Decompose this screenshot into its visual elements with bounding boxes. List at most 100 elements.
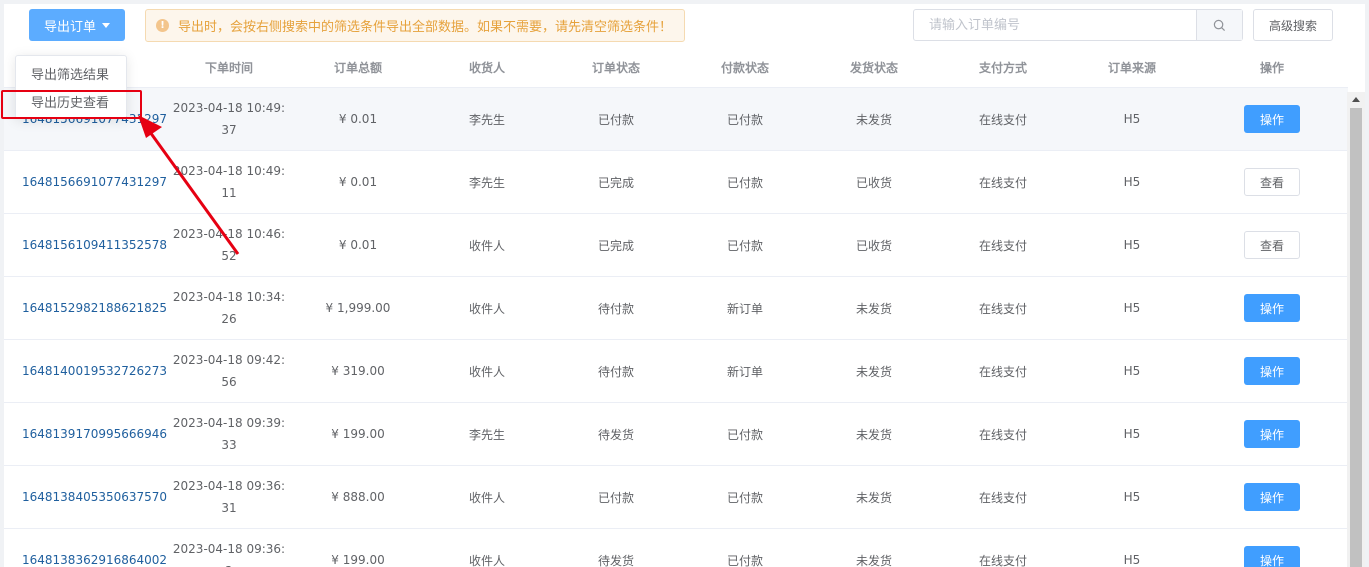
order-total-cell: ¥ 0.01 [338, 175, 378, 189]
order-status-cell: 已完成 [597, 175, 634, 190]
order-time-cell: 2023-04-18 10:49:11 [172, 164, 286, 200]
order-number-cell: 1648156109411352578 [4, 238, 167, 252]
pay-method-cell: 在线支付 [978, 301, 1027, 316]
order-total-cell: ¥ 199.00 [331, 553, 385, 567]
order-status-cell: 已付款 [597, 490, 634, 505]
pay-status-cell: 已付款 [726, 175, 763, 190]
order-number-link[interactable]: 1648152982188621825 [22, 301, 167, 315]
operate-button[interactable]: 操作 [1244, 357, 1300, 385]
scrollbar-thumb[interactable] [1350, 108, 1362, 567]
ship-status-cell: 未发货 [855, 427, 892, 442]
receiver-cell: 李先生 [468, 427, 505, 442]
order-number-link[interactable]: 1648140019532726273 [22, 364, 167, 378]
operate-button[interactable]: 操作 [1244, 420, 1300, 448]
order-number-link[interactable]: 1648156691077431297 [22, 175, 167, 189]
actions-cell: 操作 [1196, 105, 1348, 133]
orders-table: 下单时间 订单总额 收货人 订单状态 付款状态 发货状态 支付方式 订单来源 操… [4, 48, 1348, 567]
order-status-cell: 待发货 [597, 427, 634, 442]
order-total-cell: ¥ 888.00 [331, 490, 385, 504]
pay-method-cell: 在线支付 [978, 175, 1027, 190]
operate-button[interactable]: 操作 [1244, 546, 1300, 567]
receiver-cell: 收件人 [468, 553, 505, 567]
actions-cell: 操作 [1196, 546, 1348, 567]
order-time-cell: 2023-04-18 10:46:52 [172, 227, 286, 263]
operate-button[interactable]: 操作 [1244, 294, 1300, 322]
order-number-link[interactable]: 1648138362916864002 [22, 553, 167, 567]
advanced-search-button[interactable]: 高级搜索 [1253, 9, 1333, 41]
pay-status-cell: 已付款 [726, 427, 763, 442]
view-button[interactable]: 查看 [1244, 231, 1300, 259]
header-order-status: 订单状态 [591, 61, 640, 75]
table-row: 1648156691077431297 2023-04-18 10:49:11 ¥ … [4, 151, 1348, 214]
receiver-cell: 收件人 [468, 490, 505, 505]
actions-cell: 查看 [1196, 168, 1348, 196]
order-source-cell: H5 [1123, 112, 1141, 126]
caret-down-icon [102, 22, 110, 28]
search-button[interactable] [1196, 10, 1242, 40]
table-row: 1648152982188621825 2023-04-18 10:34:26 ¥ … [4, 277, 1348, 340]
annotation-highlight-box [1, 90, 142, 119]
order-total-cell: ¥ 1,999.00 [325, 301, 391, 315]
pay-method-cell: 在线支付 [978, 364, 1027, 379]
table-body: 1648156691077431297 2023-04-18 10:49:37 ¥ … [4, 88, 1348, 567]
operate-button[interactable]: 操作 [1244, 105, 1300, 133]
order-source-cell: H5 [1123, 301, 1141, 315]
table-row: 1648138405350637570 2023-04-18 09:36:31 ¥ … [4, 466, 1348, 529]
order-number-cell: 1648152982188621825 [4, 301, 167, 315]
order-time-cell: 2023-04-18 09:36:31 [172, 479, 286, 515]
header-order-total: 订单总额 [333, 61, 382, 75]
vertical-scrollbar[interactable] [1347, 92, 1365, 567]
pay-method-cell: 在线支付 [978, 490, 1027, 505]
order-source-cell: H5 [1123, 238, 1141, 252]
actions-cell: 操作 [1196, 294, 1348, 322]
ship-status-cell: 已收货 [855, 175, 892, 190]
export-orders-button[interactable]: 导出订单 [29, 9, 125, 41]
order-number-link[interactable]: 1648138405350637570 [22, 490, 167, 504]
receiver-cell: 收件人 [468, 364, 505, 379]
operate-button[interactable]: 操作 [1244, 483, 1300, 511]
pay-status-cell: 已付款 [726, 238, 763, 253]
ship-status-cell: 未发货 [855, 364, 892, 379]
pay-method-cell: 在线支付 [978, 112, 1027, 127]
pay-method-cell: 在线支付 [978, 553, 1027, 567]
pay-method-cell: 在线支付 [978, 427, 1027, 442]
view-button[interactable]: 查看 [1244, 168, 1300, 196]
order-search-input[interactable] [914, 10, 1196, 40]
order-status-cell: 已付款 [597, 112, 634, 127]
export-notice-text: 导出时，会按右侧搜索中的筛选条件导出全部数据。如果不需要，请先清空筛选条件！ [178, 20, 673, 35]
order-total-cell: ¥ 319.00 [331, 364, 385, 378]
menu-item-export-filtered[interactable]: 导出筛选结果 [16, 62, 126, 90]
header-receiver: 收货人 [468, 61, 505, 75]
order-total-cell: ¥ 0.01 [338, 112, 378, 126]
ship-status-cell: 未发货 [855, 553, 892, 567]
order-time-cell: 2023-04-18 09:36:2 [172, 542, 286, 567]
header-actions: 操作 [1259, 61, 1284, 75]
order-status-cell: 待发货 [597, 553, 634, 567]
order-source-cell: H5 [1123, 364, 1141, 378]
header-pay-method: 支付方式 [978, 61, 1027, 75]
ship-status-cell: 未发货 [855, 490, 892, 505]
receiver-cell: 收件人 [468, 301, 505, 316]
pay-status-cell: 已付款 [726, 553, 763, 567]
export-notice: ! 导出时，会按右侧搜索中的筛选条件导出全部数据。如果不需要，请先清空筛选条件！ [145, 9, 685, 42]
search-icon [1213, 19, 1226, 31]
scroll-up-icon[interactable] [1352, 97, 1360, 102]
header-order-source: 订单来源 [1107, 61, 1156, 75]
table-row: 1648138362916864002 2023-04-18 09:36:2 ¥ 1… [4, 529, 1348, 567]
header-pay-status: 付款状态 [720, 61, 769, 75]
table-row: 1648156691077431297 2023-04-18 10:49:37 ¥ … [4, 88, 1348, 151]
pay-status-cell: 已付款 [726, 112, 763, 127]
order-time-cell: 2023-04-18 10:34:26 [172, 290, 286, 326]
order-total-cell: ¥ 0.01 [338, 238, 378, 252]
pay-method-cell: 在线支付 [978, 238, 1027, 253]
order-number-link[interactable]: 1648139170995666946 [22, 427, 167, 441]
order-source-cell: H5 [1123, 553, 1141, 567]
pay-status-cell: 新订单 [726, 364, 763, 379]
table-row: 1648140019532726273 2023-04-18 09:42:56 ¥ … [4, 340, 1348, 403]
export-orders-label: 导出订单 [43, 19, 96, 35]
order-list-panel: 导出订单 ! 导出时，会按右侧搜索中的筛选条件导出全部数据。如果不需要，请先清空… [4, 4, 1365, 567]
order-status-cell: 待付款 [597, 364, 634, 379]
order-time-cell: 2023-04-18 09:42:56 [172, 353, 286, 389]
toolbar: 导出订单 ! 导出时，会按右侧搜索中的筛选条件导出全部数据。如果不需要，请先清空… [4, 4, 1365, 48]
order-number-link[interactable]: 1648156109411352578 [22, 238, 167, 252]
